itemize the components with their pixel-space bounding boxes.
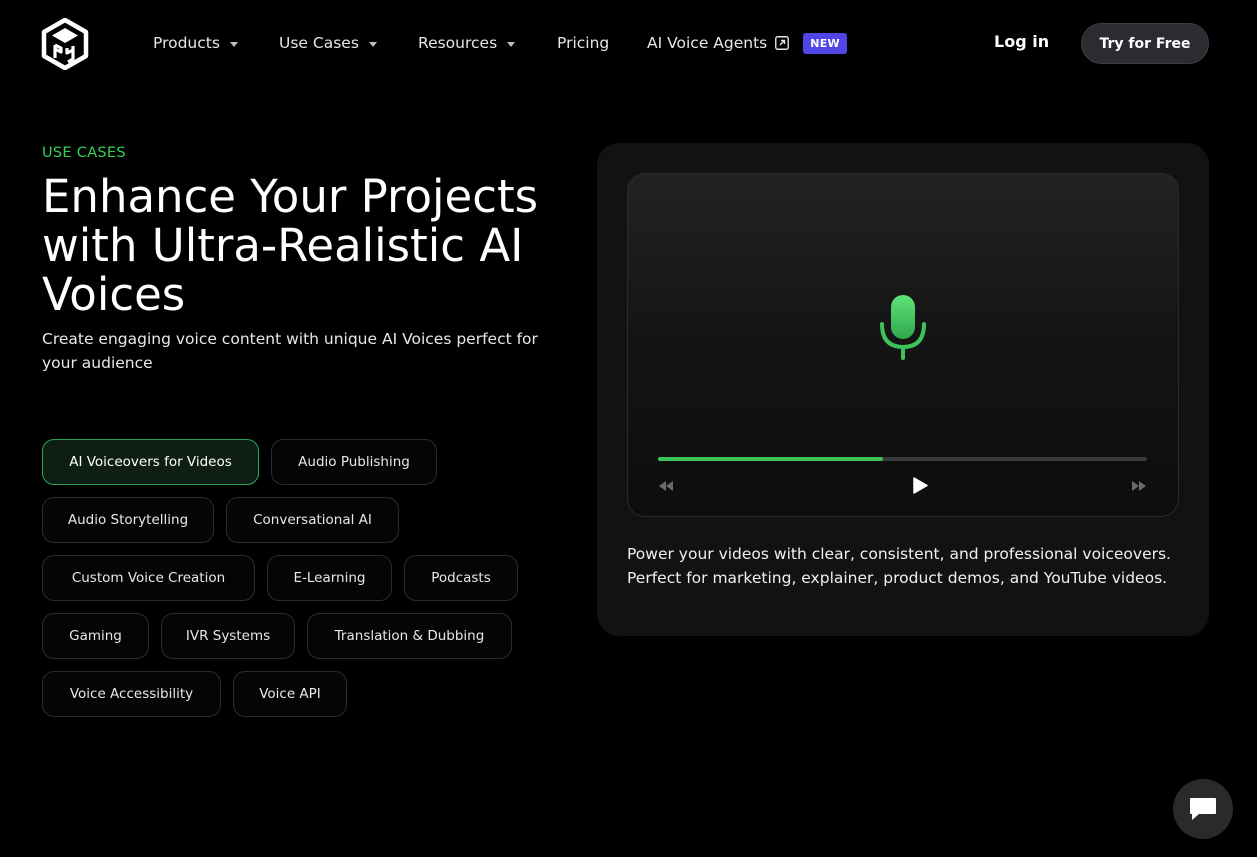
- eyebrow-label: USE CASES: [42, 145, 126, 161]
- chevron-down-icon: [368, 41, 377, 47]
- chat-button[interactable]: [1173, 779, 1233, 839]
- nav-pricing-label: Pricing: [557, 34, 610, 52]
- chip-e-learning[interactable]: E-Learning: [267, 555, 392, 601]
- nav-use-cases-label: Use Cases: [279, 34, 359, 52]
- rewind-icon[interactable]: [657, 480, 675, 492]
- chip-podcasts[interactable]: Podcasts: [404, 555, 518, 601]
- nav-resources-label: Resources: [418, 34, 498, 52]
- try-for-free-button[interactable]: Try for Free: [1081, 23, 1209, 64]
- page-title: Enhance Your Projects with Ultra-Realist…: [42, 170, 539, 321]
- nav-ai-voice-agents-label: AI Voice Agents: [647, 34, 768, 52]
- external-link-icon: [775, 36, 790, 50]
- logo-icon[interactable]: [41, 18, 89, 70]
- chip-audio-publishing[interactable]: Audio Publishing: [271, 439, 437, 485]
- progress-fill: [658, 457, 883, 461]
- progress-bar[interactable]: [658, 457, 1147, 461]
- microphone-icon: [880, 295, 926, 360]
- chip-translation-dubbing[interactable]: Translation & Dubbing: [307, 613, 512, 659]
- nav-products-label: Products: [153, 34, 220, 52]
- top-navigation: Products Use Cases Resources Pricing AI …: [0, 0, 1257, 86]
- chevron-down-icon: [229, 41, 238, 47]
- nav-pricing[interactable]: Pricing: [557, 32, 609, 54]
- chip-voice-accessibility[interactable]: Voice Accessibility: [42, 671, 221, 717]
- chip-voice-api[interactable]: Voice API: [233, 671, 347, 717]
- chip-ivr-systems[interactable]: IVR Systems: [161, 613, 295, 659]
- hero-subheading: Create engaging voice content with uniqu…: [42, 330, 538, 372]
- login-link[interactable]: Log in: [994, 32, 1049, 51]
- fast-forward-icon[interactable]: [1130, 480, 1148, 492]
- chip-gaming[interactable]: Gaming: [42, 613, 149, 659]
- chip-custom-voice-creation[interactable]: Custom Voice Creation: [42, 555, 255, 601]
- new-badge: NEW: [803, 32, 847, 54]
- chip-ai-voiceovers-for-videos[interactable]: AI Voiceovers for Videos: [42, 439, 259, 485]
- nav-use-cases[interactable]: Use Cases: [279, 32, 377, 54]
- nav-products[interactable]: Products: [153, 32, 238, 54]
- chat-bubble-icon: [1190, 798, 1216, 820]
- nav-resources[interactable]: Resources: [418, 32, 516, 54]
- chip-audio-storytelling[interactable]: Audio Storytelling: [42, 497, 214, 543]
- use-case-description: Power your videos with clear, consistent…: [627, 545, 1171, 587]
- chip-conversational-ai[interactable]: Conversational AI: [226, 497, 399, 543]
- play-icon[interactable]: [912, 477, 928, 494]
- nav-ai-voice-agents[interactable]: AI Voice Agents NEW: [647, 32, 847, 54]
- chevron-down-icon: [507, 41, 516, 47]
